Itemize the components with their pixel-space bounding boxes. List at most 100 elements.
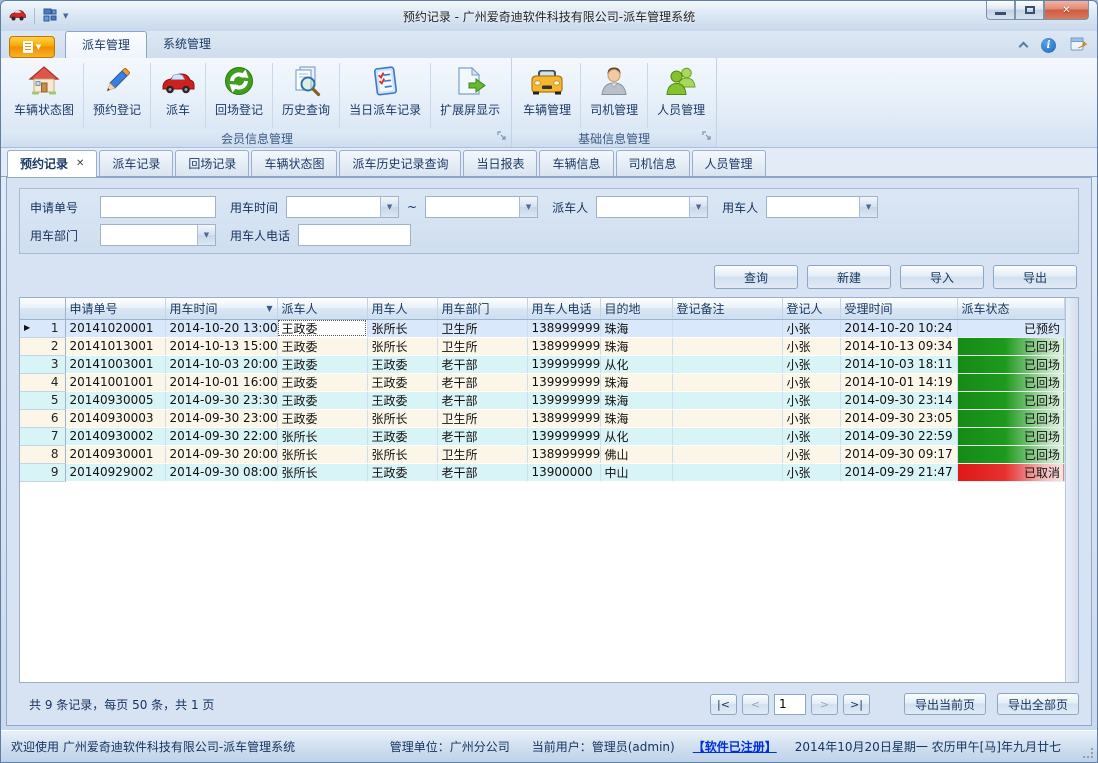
cell-dispatcher[interactable]: 张所长: [277, 463, 367, 481]
cell-note[interactable]: [672, 427, 782, 445]
doc-tab-daily-report[interactable]: 当日报表: [463, 150, 537, 176]
cell-accept_time[interactable]: 2014-10-01 14:19: [840, 373, 957, 391]
column-header-note[interactable]: 登记备注: [672, 298, 782, 319]
cell-phone[interactable]: 13999999999: [527, 355, 600, 373]
grid-row-6[interactable]: 6201409300032014-09-30 23:00王政委张所长卫生所138…: [20, 409, 1065, 427]
column-header-phone[interactable]: 用车人电话: [527, 298, 600, 319]
cell-user[interactable]: 张所长: [367, 319, 437, 337]
cell-status-returned[interactable]: 已回场: [957, 355, 1065, 373]
cell-phone[interactable]: 1389999999: [527, 319, 600, 337]
export-current-page-button[interactable]: 导出当前页: [904, 693, 986, 715]
info-icon[interactable]: i: [1041, 38, 1056, 53]
column-header-order_no[interactable]: 申请单号: [65, 298, 165, 319]
cell-use_time[interactable]: 2014-10-01 16:00: [165, 373, 277, 391]
chevron-down-icon[interactable]: ▼: [689, 197, 707, 217]
cell-dispatcher[interactable]: 王政委: [277, 373, 367, 391]
row-indicator[interactable]: 8: [20, 445, 65, 463]
minimize-button[interactable]: [986, 1, 1015, 20]
cell-use_time[interactable]: 2014-10-20 13:00: [165, 319, 277, 337]
cell-destination[interactable]: 中山: [600, 463, 672, 481]
grid-row-9[interactable]: 9201409290022014-09-30 08:00张所长王政委老干部139…: [20, 463, 1065, 481]
cell-dept[interactable]: 卫生所: [437, 337, 527, 355]
export-button[interactable]: 导出: [993, 265, 1077, 289]
collapse-ribbon-icon[interactable]: [1019, 42, 1029, 52]
software-registered-link[interactable]: 【软件已注册】: [693, 738, 777, 755]
cell-registrar[interactable]: 小张: [782, 355, 840, 373]
export-all-pages-button[interactable]: 导出全部页: [997, 693, 1079, 715]
cell-destination[interactable]: 从化: [600, 355, 672, 373]
dialog-launcher-icon[interactable]: [702, 130, 712, 144]
cell-user[interactable]: 王政委: [367, 463, 437, 481]
application-menu-button[interactable]: ▼: [9, 36, 55, 58]
cell-user[interactable]: 王政委: [367, 427, 437, 445]
cell-use_time[interactable]: 2014-10-13 15:00: [165, 337, 277, 355]
use-time-from-combo[interactable]: ▼: [286, 196, 399, 218]
cell-dispatcher[interactable]: 王政委: [277, 355, 367, 373]
page-number-input[interactable]: [774, 694, 806, 715]
cell-user[interactable]: 王政委: [367, 373, 437, 391]
chevron-down-icon[interactable]: ▼: [380, 197, 398, 217]
cell-note[interactable]: [672, 319, 782, 337]
cell-status-reserved[interactable]: 已预约: [957, 319, 1065, 337]
column-header-dept[interactable]: 用车部门: [437, 298, 527, 319]
cell-accept_time[interactable]: 2014-10-13 09:34: [840, 337, 957, 355]
cell-order_no[interactable]: 20140930005: [65, 391, 165, 409]
cell-user[interactable]: 王政委: [367, 355, 437, 373]
ribbon-button-history-query[interactable]: 历史查询: [273, 61, 339, 130]
import-button[interactable]: 导入: [900, 265, 984, 289]
cell-use_time[interactable]: 2014-09-30 08:00: [165, 463, 277, 481]
grid-row-5[interactable]: 5201409300052014-09-30 23:30王政委王政委老干部139…: [20, 391, 1065, 409]
order-no-input[interactable]: [100, 196, 216, 218]
doc-tab-reservation-records[interactable]: 预约记录✕: [7, 150, 97, 177]
cell-dept[interactable]: 老干部: [437, 355, 527, 373]
grid-row-2[interactable]: 2201410130012014-10-13 15:00王政委张所长卫生所138…: [20, 337, 1065, 355]
column-header-registrar[interactable]: 登记人: [782, 298, 840, 319]
cell-order_no[interactable]: 20140930003: [65, 409, 165, 427]
sort-descending-icon[interactable]: ▼: [266, 304, 272, 313]
cell-status-returned[interactable]: 已回场: [957, 391, 1065, 409]
cell-use_time[interactable]: 2014-09-30 22:00: [165, 427, 277, 445]
ribbon-button-driver-management[interactable]: 司机管理: [581, 61, 647, 130]
cell-destination[interactable]: 珠海: [600, 409, 672, 427]
ribbon-button-return-register[interactable]: 回场登记: [206, 61, 272, 130]
cell-dispatcher[interactable]: 王政委: [277, 337, 367, 355]
ribbon-button-extended-screen[interactable]: 扩展屏显示: [431, 61, 509, 130]
column-header-use_time[interactable]: 用车时间▼: [165, 298, 277, 319]
new-button[interactable]: 新建: [807, 265, 891, 289]
cell-order_no[interactable]: 20141003001: [65, 355, 165, 373]
cell-dept[interactable]: 卫生所: [437, 409, 527, 427]
cell-accept_time[interactable]: 2014-09-30 23:05: [840, 409, 957, 427]
ribbon-tab-dispatch-management[interactable]: 派车管理: [65, 31, 147, 58]
query-button[interactable]: 查询: [714, 265, 798, 289]
cell-order_no[interactable]: 20140930001: [65, 445, 165, 463]
user-combo[interactable]: ▼: [766, 196, 878, 218]
cell-status-cancelled[interactable]: 已取消: [957, 463, 1065, 481]
grid-row-1[interactable]: ▶1201410200012014-10-20 13:00王政委张所长卫生所13…: [20, 319, 1065, 337]
cell-note[interactable]: [672, 409, 782, 427]
cell-phone[interactable]: 13999999999: [527, 427, 600, 445]
quick-access-layout-icon[interactable]: [43, 8, 57, 25]
about-icon[interactable]: [1070, 36, 1087, 54]
cell-note[interactable]: [672, 337, 782, 355]
cell-order_no[interactable]: 20141020001: [65, 319, 165, 337]
cell-dept[interactable]: 老干部: [437, 373, 527, 391]
cell-destination[interactable]: 珠海: [600, 391, 672, 409]
phone-input[interactable]: [298, 224, 411, 246]
grid-row-8[interactable]: 8201409300012014-09-30 20:00张所长张所长卫生所138…: [20, 445, 1065, 463]
cell-user[interactable]: 王政委: [367, 391, 437, 409]
cell-use_time[interactable]: 2014-09-30 20:00: [165, 445, 277, 463]
row-indicator[interactable]: ▶1: [20, 319, 65, 337]
doc-tab-dispatch-history-query[interactable]: 派车历史记录查询: [339, 150, 461, 176]
cell-accept_time[interactable]: 2014-09-30 09:17: [840, 445, 957, 463]
title-bar[interactable]: ▼ 预约记录 - 广州爱奇迪软件科技有限公司-派车管理系统 ✕: [1, 1, 1097, 31]
cell-registrar[interactable]: 小张: [782, 463, 840, 481]
last-page-button[interactable]: >|: [843, 694, 870, 715]
next-page-button[interactable]: >: [811, 694, 838, 715]
doc-tab-vehicle-info[interactable]: 车辆信息: [539, 150, 613, 176]
close-button[interactable]: ✕: [1044, 1, 1089, 20]
cell-phone[interactable]: 1389999999: [527, 337, 600, 355]
quick-access-dropdown-icon[interactable]: ▼: [63, 12, 68, 20]
prev-page-button[interactable]: <: [742, 694, 769, 715]
cell-order_no[interactable]: 20140929002: [65, 463, 165, 481]
grid-row-7[interactable]: 7201409300022014-09-30 22:00张所长王政委老干部139…: [20, 427, 1065, 445]
